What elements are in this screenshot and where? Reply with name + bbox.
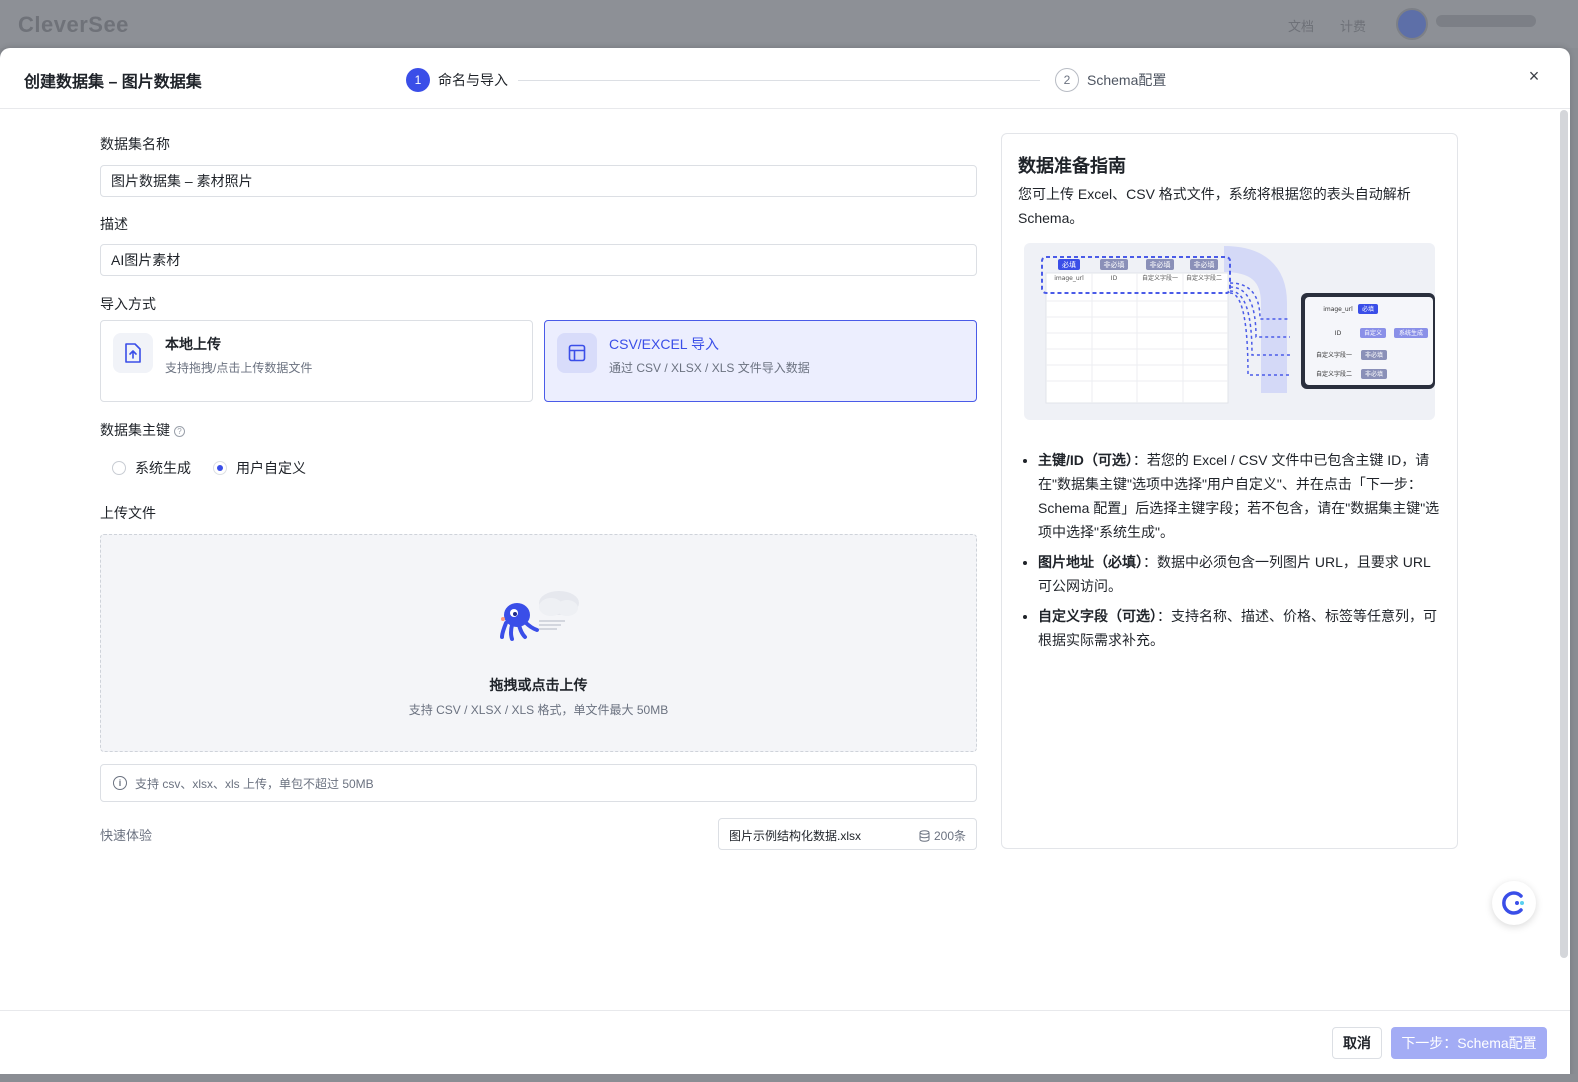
assistant-bot-icon[interactable] xyxy=(1492,881,1536,925)
modal-footer: 取消 下一步：Schema配置 xyxy=(0,1010,1570,1082)
illus-tag: 非必填 xyxy=(1150,260,1171,269)
help-icon[interactable]: ? xyxy=(174,426,185,437)
nav-link-docs[interactable]: 文档 xyxy=(1288,16,1314,35)
illus-right-tag: 非必填 xyxy=(1365,351,1383,359)
illus-right-tag: 必填 xyxy=(1362,305,1374,313)
guide-item-head: 图片地址（必填） xyxy=(1038,554,1143,570)
illus-tag: 必填 xyxy=(1062,260,1076,269)
data-prep-guide: 数据准备指南 您可上传 Excel、CSV 格式文件，系统将根据您的表头自动解析… xyxy=(1001,133,1458,849)
radio-label: 系统生成 xyxy=(135,460,191,476)
step-connector xyxy=(518,80,1040,81)
primary-key-radio-group: 系统生成 用户自定义 xyxy=(112,458,306,478)
upload-title: 拖拽或点击上传 xyxy=(489,677,588,693)
upload-file-label: 上传文件 xyxy=(100,505,156,521)
illus-col: 自定义字段一 xyxy=(1142,274,1178,282)
guide-item: 图片地址（必填）：数据中必须包含一列图片 URL，且要求 URL 可公网访问。 xyxy=(1038,550,1442,598)
description-label: 描述 xyxy=(100,216,128,232)
illus-row: 自定义字段二 xyxy=(1316,370,1352,378)
guide-item: 自定义字段（可选）：支持名称、描述、价格、标签等任意列，可根据实际需求补充。 xyxy=(1038,604,1442,652)
illus-right-tag: 非必填 xyxy=(1365,370,1383,378)
database-icon xyxy=(919,829,930,842)
step-number: 2 xyxy=(1055,68,1079,92)
import-option-title: CSV/EXCEL 导入 xyxy=(609,336,719,352)
description-input[interactable]: AI图片素材 xyxy=(100,244,977,276)
guide-item-head: 自定义字段（可选） xyxy=(1038,608,1157,624)
import-option-desc: 支持拖拽/点击上传数据文件 xyxy=(165,361,313,375)
illus-col: 自定义字段二 xyxy=(1186,274,1222,282)
cancel-button[interactable]: 取消 xyxy=(1332,1027,1382,1059)
sample-count-text: 200条 xyxy=(933,829,966,843)
guide-desc: 您可上传 Excel、CSV 格式文件，系统将根据您的表头自动解析 Schema… xyxy=(1018,186,1411,226)
step-number: 1 xyxy=(406,68,430,92)
modal-title: 创建数据集 – 图片数据集 xyxy=(24,74,202,91)
illus-col: ID xyxy=(1111,275,1118,282)
schema-mapping-illustration: 必填 非必填 非必填 非必填 image_url ID 自定义字段一 自定义字段… xyxy=(1024,243,1435,420)
radio-circle[interactable] xyxy=(213,461,227,475)
app-logo: CleverSee xyxy=(18,12,129,37)
step-label: Schema配置 xyxy=(1087,72,1167,88)
import-method-label: 导入方式 xyxy=(100,296,156,312)
illus-row: ID xyxy=(1335,330,1342,337)
upload-tip: i 支持 csv、xlsx、xls 上传，单包不超过 50MB xyxy=(100,764,977,802)
create-dataset-modal: 创建数据集 – 图片数据集 1 命名与导入 2 Schema配置 × 数据集名称… xyxy=(0,48,1570,1082)
illus-right-tag: 自定义 xyxy=(1364,329,1382,337)
sample-file-count: 200条 xyxy=(919,827,966,844)
guide-item: 主键/ID（可选）：若您的 Excel / CSV 文件中已包含主键 ID，请在… xyxy=(1038,448,1442,544)
app-header: CleverSee 文档 计费 xyxy=(0,0,1578,48)
illus-tag: 非必填 xyxy=(1194,260,1215,269)
illus-right-tag: 系统生成 xyxy=(1399,329,1423,337)
radio-label: 用户自定义 xyxy=(236,460,306,476)
illus-tag: 非必填 xyxy=(1104,260,1125,269)
backdrop-bottom xyxy=(0,1074,1578,1082)
guide-item-head: 主键/ID（可选） xyxy=(1038,452,1133,468)
next-step-button[interactable]: 下一步：Schema配置 xyxy=(1391,1027,1547,1059)
dataset-name-label: 数据集名称 xyxy=(100,136,170,152)
import-option-local-upload[interactable]: 本地上传 支持拖拽/点击上传数据文件 xyxy=(100,320,533,402)
sample-file-name: 图片示例结构化数据.xlsx xyxy=(729,829,862,843)
nav-link-billing[interactable]: 计费 xyxy=(1340,16,1366,35)
quick-try-label: 快速体验 xyxy=(100,828,153,843)
close-icon[interactable]: × xyxy=(1524,66,1544,86)
upload-file-icon xyxy=(113,333,153,373)
user-name[interactable] xyxy=(1436,15,1536,27)
avatar[interactable] xyxy=(1396,8,1428,40)
step-schema-config: 2 Schema配置 xyxy=(1055,68,1166,92)
import-option-desc: 通过 CSV / XLSX / XLS 文件导入数据 xyxy=(609,361,810,375)
radio-system-generated[interactable]: 系统生成 xyxy=(112,458,191,478)
upload-dropzone[interactable]: 拖拽或点击上传 支持 CSV / XLSX / XLS 格式，单文件最大 50M… xyxy=(100,534,977,752)
guide-title: 数据准备指南 xyxy=(1018,156,1126,176)
upload-tip-text: 支持 csv、xlsx、xls 上传，单包不超过 50MB xyxy=(135,776,374,791)
dataset-name-input[interactable]: 图片数据集 – 素材照片 xyxy=(100,165,977,197)
modal-header: 创建数据集 – 图片数据集 1 命名与导入 2 Schema配置 × xyxy=(0,48,1570,109)
illus-row: 自定义字段一 xyxy=(1316,351,1352,359)
sample-file-item[interactable]: 图片示例结构化数据.xlsx 200条 xyxy=(718,818,977,850)
illus-col: image_url xyxy=(1054,275,1084,282)
radio-circle[interactable] xyxy=(112,461,126,475)
table-icon xyxy=(557,333,597,373)
primary-key-label: 数据集主键? xyxy=(100,420,185,440)
info-icon: i xyxy=(113,776,127,790)
octopus-cloud-illustration xyxy=(500,591,579,641)
step-label: 命名与导入 xyxy=(438,72,508,88)
step-naming-import: 1 命名与导入 xyxy=(406,68,508,92)
primary-key-label-text: 数据集主键 xyxy=(100,422,170,438)
scrollbar[interactable] xyxy=(1560,110,1568,958)
radio-user-defined[interactable]: 用户自定义 xyxy=(213,458,306,478)
import-option-csv-excel[interactable]: CSV/EXCEL 导入 通过 CSV / XLSX / XLS 文件导入数据 xyxy=(544,320,977,402)
import-option-title: 本地上传 xyxy=(165,336,221,352)
guide-list: 主键/ID（可选）：若您的 Excel / CSV 文件中已包含主键 ID，请在… xyxy=(1038,448,1442,658)
upload-desc: 支持 CSV / XLSX / XLS 格式，单文件最大 50MB xyxy=(408,703,669,717)
illus-row: image_url xyxy=(1323,306,1353,313)
